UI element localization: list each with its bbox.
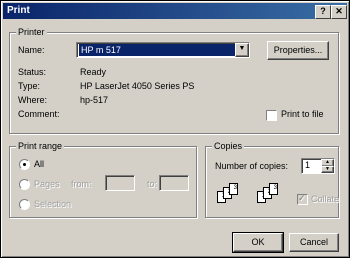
copies-value: 1 xyxy=(305,160,311,170)
close-button[interactable]: ✕ xyxy=(331,5,347,19)
range-to-input[interactable] xyxy=(159,175,189,191)
range-all-label: All xyxy=(34,159,45,169)
spin-down-icon[interactable]: ▼ xyxy=(321,166,334,173)
range-all-radio[interactable] xyxy=(19,159,30,170)
printer-name-value: HP m 517 xyxy=(79,44,235,56)
printer-group-label: Printer xyxy=(16,27,47,37)
range-from-input[interactable] xyxy=(105,175,135,191)
range-selection-radio[interactable] xyxy=(19,199,30,210)
status-label: Status: xyxy=(18,67,47,77)
dialog-title: Print xyxy=(7,5,30,16)
properties-button[interactable]: Properties... xyxy=(267,41,329,60)
range-pages-label: Pages xyxy=(34,179,60,189)
copies-spinner[interactable]: 1 ▲ ▼ xyxy=(301,158,335,174)
range-selection-label: Selection xyxy=(34,199,72,209)
copies-group-label: Copies xyxy=(212,141,245,151)
help-button[interactable]: ? xyxy=(315,5,331,19)
ok-button[interactable]: OK xyxy=(232,232,284,253)
title-bar[interactable]: Print ? ✕ xyxy=(3,3,347,19)
range-to-label: to: xyxy=(147,179,158,189)
range-from-label: from: xyxy=(71,179,92,189)
collate-label: Collate xyxy=(311,194,340,204)
type-label: Type: xyxy=(18,81,41,91)
chevron-down-icon[interactable]: ▼ xyxy=(235,43,249,57)
collate-checkbox[interactable] xyxy=(297,193,308,205)
print-dialog: Print ? ✕ Printer Name: HP m 517 ▼ Prope… xyxy=(0,0,350,258)
where-value: hp-517 xyxy=(80,95,109,105)
printer-name-label: Name: xyxy=(18,45,45,55)
where-label: Where: xyxy=(18,95,48,105)
cancel-button[interactable]: Cancel xyxy=(289,233,339,252)
number-of-copies-label: Number of copies: xyxy=(215,161,289,171)
page-icon: 3 xyxy=(229,183,238,195)
comment-label: Comment: xyxy=(18,109,60,119)
print-to-file-label: Print to file xyxy=(281,109,324,119)
print-to-file-checkbox[interactable] xyxy=(266,110,277,121)
status-value: Ready xyxy=(80,67,107,77)
printer-name-select[interactable]: HP m 517 ▼ xyxy=(76,42,250,58)
copies-group: Copies xyxy=(205,141,339,218)
type-value: HP LaserJet 4050 Series PS xyxy=(80,81,195,91)
print-range-group-label: Print range xyxy=(16,141,65,151)
range-pages-radio[interactable] xyxy=(19,179,30,190)
page-icon: 3 xyxy=(269,183,278,195)
